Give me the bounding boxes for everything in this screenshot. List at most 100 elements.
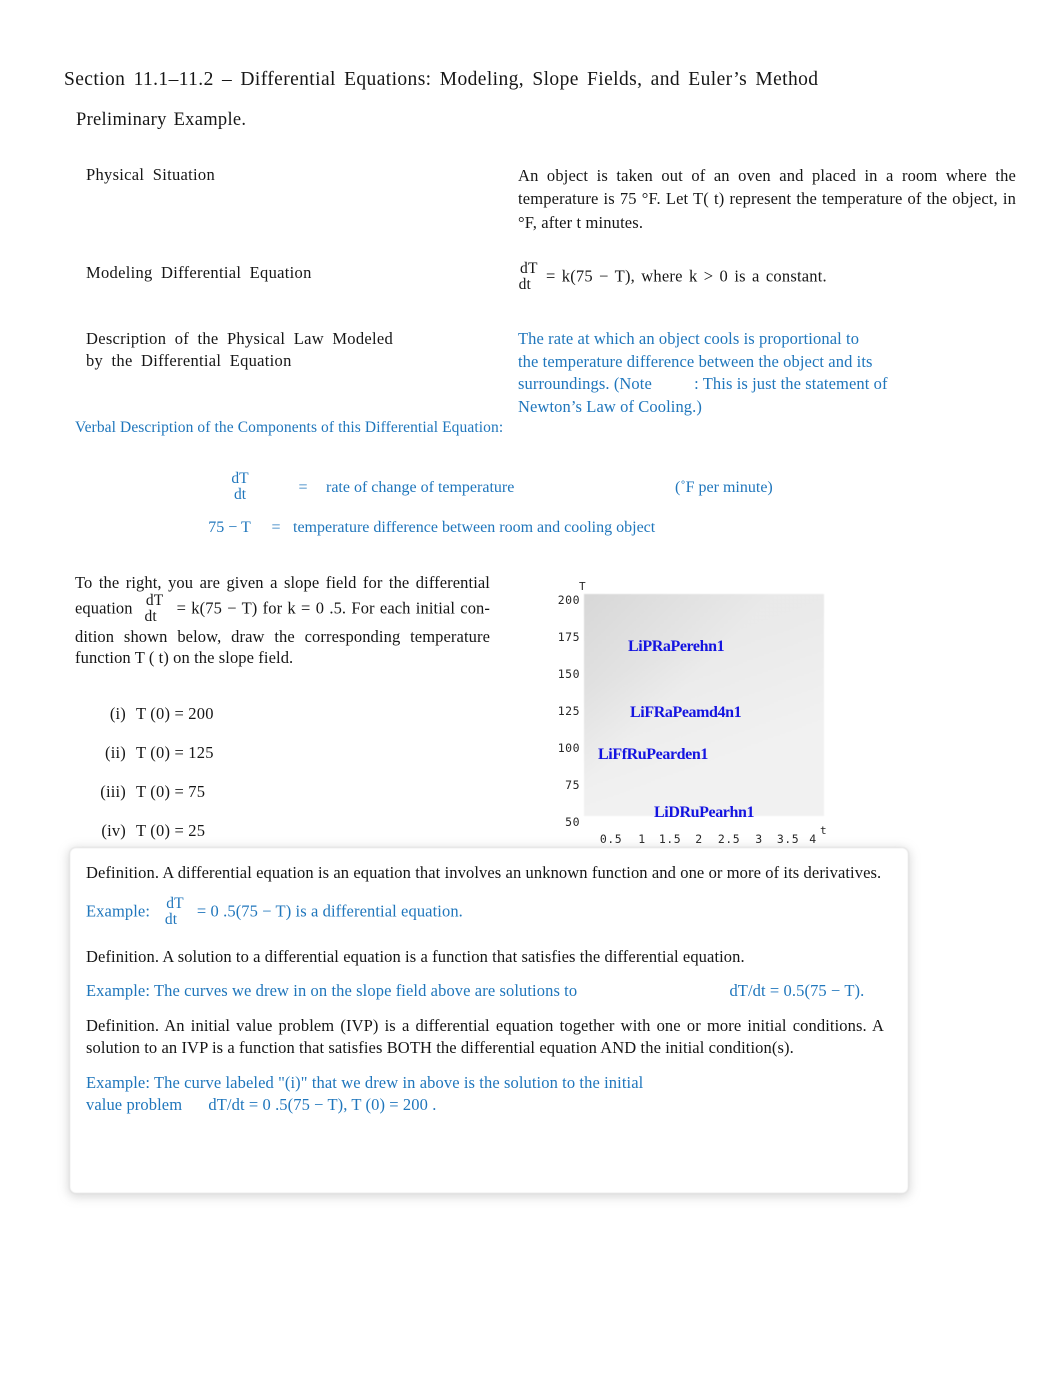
fraction-denominator: dt — [144, 607, 157, 625]
verbal-description: temperature difference between room and … — [293, 519, 656, 536]
document-page: Section 11.1–11.2 – Differential Equatio… — [0, 0, 1062, 1377]
example-ivp-equation: dT/dt = 0 .5(75 − T), T (0) = 200 . — [208, 1095, 437, 1115]
fraction-denominator: dt — [233, 486, 247, 503]
physical-law-line-4: Newton’s Law of Cooling.) — [518, 396, 702, 416]
fraction-numerator: dT — [520, 260, 538, 277]
example-solution-equation: dT/dt = 0.5(75 − T). — [729, 981, 865, 1001]
example-label: Example: — [86, 901, 151, 921]
table-cell-content: An object is taken out of an oven and pl… — [502, 148, 1032, 244]
chart-y-axis-label: T — [579, 580, 586, 593]
verbal-description-table: dT dt = rate of change of temperature (˚… — [200, 468, 820, 548]
example-ivp-line-1: Example: The curve labeled "(i)" that we… — [86, 1073, 644, 1093]
list-item-value: T (0) = 25 — [136, 820, 206, 840]
table-cell-label: Modeling Differential Equation — [70, 250, 490, 306]
example-ivp: Example: The curve labeled "(i)" that we… — [86, 1072, 884, 1116]
fraction-numerator: dT — [145, 591, 164, 609]
verbal-equals: = — [271, 519, 281, 536]
definition-solution: Definition. A solution to a differential… — [86, 946, 745, 966]
physical-situation-label: Physical Situation — [86, 165, 216, 184]
fraction-numerator: dT — [166, 894, 184, 912]
chart-annotation: LiDRuPearhn1 — [654, 804, 755, 821]
chart-x-axis-label: t — [820, 824, 827, 837]
table-cell-content: The rate at which an object cools is pro… — [502, 312, 1032, 418]
list-item-number: (ii) — [105, 742, 126, 762]
verbal-units: (˚F per minute) — [675, 479, 773, 496]
chart-annotation: LiFfRuPearden1 — [598, 746, 708, 763]
definitions-box: Definition. A differential equation is a… — [70, 848, 908, 1193]
modeling-equation-label: Modeling Differential Equation — [86, 263, 312, 282]
instructions-line-4: function T ( t) on the slope field. — [75, 648, 294, 668]
chart-annotation: LiFRaPeamd4n1 — [630, 704, 742, 721]
dT-dt-fraction: dT dt — [144, 591, 164, 625]
modeling-equation: dT dt = k(75 − T), where k > 0 is a cons… — [518, 260, 1016, 294]
fraction-denominator: dt — [518, 275, 532, 293]
chart-y-tick: 125 — [557, 704, 580, 718]
note-suffix: : This is just the statement of — [694, 374, 888, 394]
table-cell-content: dT dt = k(75 − T), where k > 0 is a cons… — [502, 250, 1032, 306]
list-item-number: (i) — [109, 703, 126, 723]
physical-law-line-1: The rate at which an object cools is pro… — [518, 329, 860, 348]
verbal-symbol: dT dt — [200, 471, 280, 504]
page-title: Section 11.1–11.2 – Differential Equatio… — [64, 69, 819, 90]
list-item: (iii) T (0) = 75 — [80, 772, 340, 811]
instructions-line-3: dition shown below, draw the correspondi… — [75, 626, 490, 646]
instructions-line-1: To the right, you are given a slope fiel… — [75, 573, 490, 592]
chart-y-tick: 175 — [557, 630, 580, 644]
chart-annotation: LiPRaPerehn1 — [628, 638, 725, 655]
verbal-equals: = — [298, 479, 308, 496]
verbal-description: rate of change of temperature — [326, 479, 515, 496]
example-solution-text: Example: The curves we drew in on the sl… — [86, 981, 578, 1001]
list-item-number: (iii) — [100, 781, 126, 801]
definition-ivp: Definition. An initial value problem (IV… — [86, 1016, 884, 1058]
physical-situation-text: An object is taken out of an oven and pl… — [518, 166, 1016, 232]
verbal-symbol: 75 − T — [208, 519, 251, 536]
dT-dt-fraction: dT dt — [231, 471, 248, 503]
chart-y-tick: 100 — [557, 741, 580, 755]
definition-differential-equation: Definition. A differential equation is a… — [86, 863, 882, 882]
list-item: (i) T (0) = 200 — [80, 694, 340, 733]
overview-table: Physical Situation An object is taken ou… — [70, 148, 1032, 418]
example-equation-text: = 0 .5(75 − T) is a differential equatio… — [196, 901, 463, 921]
chart-x-tick: 1.5 — [658, 832, 682, 846]
verbal-row: 75 − T = temperature difference between … — [200, 508, 820, 548]
chart-x-tick: 2 — [695, 832, 703, 846]
fraction-numerator: dT — [231, 470, 249, 488]
chart-x-tick: 1 — [638, 832, 646, 846]
table-cell-label: Description of the Physical Law Modeled … — [70, 312, 490, 418]
table-row: Description of the Physical Law Modeled … — [70, 312, 1032, 418]
chart-y-tick: 50 — [565, 815, 580, 829]
verbal-row: dT dt = rate of change of temperature (˚… — [200, 468, 820, 508]
chart-x-tick: 4 — [809, 832, 817, 846]
list-item: (iv) T (0) = 25 — [80, 811, 340, 850]
fraction-denominator: dt — [164, 910, 178, 928]
table-cell-label: Physical Situation — [70, 148, 490, 244]
chart-x-tick: 3.5 — [776, 832, 800, 846]
table-row: Physical Situation An object is taken ou… — [70, 148, 1032, 244]
physical-law-text: The rate at which an object cools is pro… — [518, 328, 1016, 418]
physical-law-label: Description of the Physical Law Modeled … — [86, 329, 394, 371]
instructions-line-2-suffix: = k(75 − T) for k = 0 .5. For each initi… — [176, 598, 490, 618]
physical-law-line-2: the temperature difference between the o… — [518, 351, 873, 371]
chart-x-tick: 0.5 — [599, 832, 623, 846]
dT-dt-fraction: dT dt — [519, 260, 538, 293]
example-ivp-line-2-prefix: value problem — [86, 1095, 183, 1115]
chart-y-tick: 200 — [557, 593, 580, 607]
instructions-line-2-prefix: equation — [75, 598, 133, 618]
physical-law-line-3: surroundings. (Note : This is just the s… — [518, 373, 1016, 396]
dT-dt-fraction: dT dt — [165, 894, 184, 928]
note-prefix: surroundings. (Note — [518, 374, 652, 394]
chart-y-tick: 150 — [557, 667, 580, 681]
slope-field-instructions: To the right, you are given a slope fiel… — [75, 572, 490, 669]
list-item-value: T (0) = 200 — [136, 703, 214, 723]
initial-conditions-list: (i) T (0) = 200 (ii) T (0) = 125 (iii) T… — [80, 694, 340, 850]
list-item-value: T (0) = 75 — [136, 781, 206, 801]
list-item: (ii) T (0) = 125 — [80, 733, 340, 772]
list-item-number: (iv) — [101, 820, 126, 840]
list-item-value: T (0) = 125 — [136, 742, 214, 762]
modeling-equation-rhs: = k(75 − T), where k > 0 is a constant. — [545, 266, 827, 286]
page-subtitle: Preliminary Example. — [76, 110, 247, 130]
verbal-description-heading: Verbal Description of the Components of … — [75, 419, 504, 436]
table-row: Modeling Differential Equation dT dt = k… — [70, 250, 1032, 306]
example-solution: Example: The curves we drew in on the sl… — [86, 980, 884, 1002]
definitions-content: Definition. A differential equation is a… — [86, 862, 884, 1116]
